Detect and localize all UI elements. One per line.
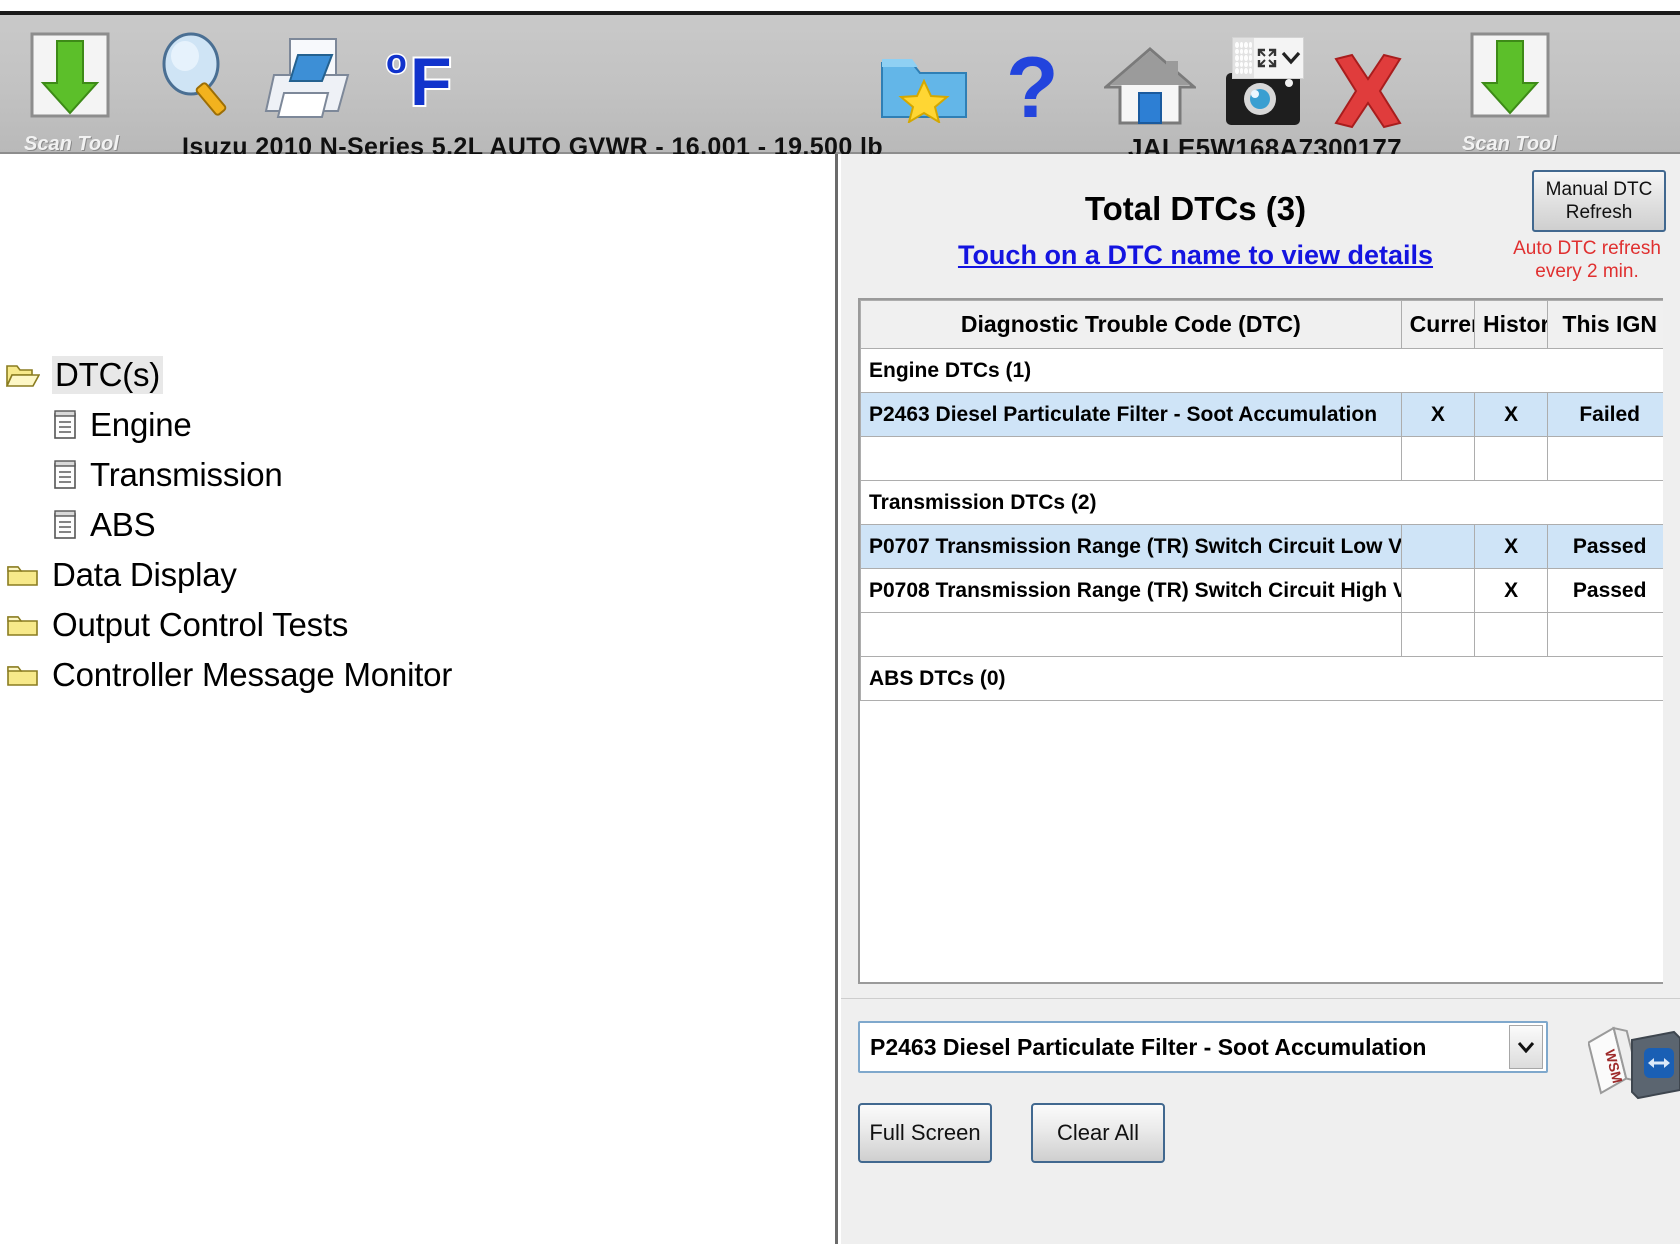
sidebar-item-controller-message-monitor[interactable]: Controller Message Monitor	[0, 650, 835, 700]
close-x-icon[interactable]	[1326, 53, 1410, 129]
dtc-select-value: P2463 Diesel Particulate Filter - Soot A…	[870, 1033, 1427, 1060]
table-spacer-cell	[1473, 436, 1549, 481]
dtc-history-flag: X	[1473, 524, 1549, 569]
svg-text:o: o	[386, 43, 407, 81]
manual-dtc-refresh-button[interactable]: Manual DTC Refresh	[1532, 170, 1666, 232]
table-row[interactable]: P0707 Transmission Range (TR) Switch Cir…	[860, 524, 1663, 569]
document-list-icon	[52, 410, 78, 440]
scan-tool-right-caption: Scan Tool	[1462, 133, 1557, 155]
dtc-group-title: ABS DTCs (0)	[860, 656, 1663, 701]
dtc-group-header-row: Engine DTCs (1)	[860, 348, 1663, 393]
dtc-results-panel: Total DTCs (3) Touch on a DTC name to vi…	[841, 154, 1680, 1244]
dtc-group-header-row: Transmission DTCs (2)	[860, 480, 1663, 525]
top-toolbar: Scan Tool o F Isuzu 2010 N-Series 5.2L A…	[0, 11, 1680, 163]
column-header-current: Curren	[1400, 300, 1476, 349]
home-icon[interactable]	[1104, 45, 1196, 127]
printer-icon[interactable]	[264, 33, 358, 121]
column-header-this-ign: This IGN	[1547, 300, 1663, 349]
svg-text:F: F	[410, 44, 452, 117]
full-screen-button[interactable]: Full Screen	[858, 1103, 992, 1163]
document-list-icon	[52, 460, 78, 490]
sidebar-item-dtcs[interactable]: DTC(s)	[0, 350, 835, 400]
sidebar-item-abs[interactable]: ABS	[0, 500, 835, 550]
auto-refresh-note: Auto DTC refresh every 2 min.	[1513, 238, 1661, 282]
table-spacer-row	[860, 436, 1663, 481]
column-header-history: History	[1473, 300, 1549, 349]
sidebar-item-label: Output Control Tests	[52, 606, 349, 643]
column-header-dtc: Diagnostic Trouble Code (DTC)	[860, 300, 1402, 349]
sidebar-item-output-control-tests[interactable]: Output Control Tests	[0, 600, 835, 650]
table-row[interactable]: P0708 Transmission Range (TR) Switch Cir…	[860, 568, 1663, 613]
dtc-current-flag	[1400, 568, 1476, 613]
dtc-this-ign-status: Failed	[1547, 392, 1663, 437]
workshop-manual-and-device-icon[interactable]: WSM	[1587, 1016, 1680, 1102]
dtc-code-name[interactable]: P0708 Transmission Range (TR) Switch Cir…	[860, 568, 1402, 613]
table-spacer-cell	[1547, 436, 1663, 481]
document-list-icon	[52, 510, 78, 540]
table-spacer-row	[860, 612, 1663, 657]
scan-tool-download-icon[interactable]	[22, 27, 118, 123]
dtc-this-ign-status: Passed	[1547, 524, 1663, 569]
dtc-current-flag: X	[1400, 392, 1476, 437]
closed-folder-icon	[6, 561, 40, 589]
scan-tool-download-icon-right[interactable]	[1462, 27, 1558, 123]
sidebar-item-engine[interactable]: Engine	[0, 400, 835, 450]
dtc-table: Diagnostic Trouble Code (DTC) Curren His…	[860, 300, 1663, 701]
closed-folder-icon	[6, 661, 40, 689]
help-question-icon[interactable]: ?	[1000, 43, 1066, 127]
sidebar-item-label: ABS	[90, 506, 156, 543]
dtc-bottom-controls: P2463 Diesel Particulate Filter - Soot A…	[841, 998, 1680, 1244]
dtc-group-header-row: ABS DTCs (0)	[860, 656, 1663, 701]
navigation-tree-panel: DTC(s) Engine Transmission ABS Data Disp…	[0, 154, 838, 1244]
svg-text:?: ?	[1006, 43, 1059, 127]
table-spacer-cell	[1547, 612, 1663, 657]
open-folder-icon	[6, 361, 40, 389]
table-spacer-cell	[1400, 612, 1476, 657]
dtc-table-container: Diagnostic Trouble Code (DTC) Curren His…	[858, 298, 1663, 984]
table-row[interactable]: P2463 Diesel Particulate Filter - Soot A…	[860, 392, 1663, 437]
sidebar-item-label: Engine	[90, 406, 192, 443]
fahrenheit-units-icon[interactable]: o F	[384, 37, 470, 118]
dtc-table-body: Engine DTCs (1) P2463 Diesel Particulate …	[860, 348, 1663, 701]
dtc-group-title: Transmission DTCs (2)	[860, 480, 1663, 525]
sidebar-item-data-display[interactable]: Data Display	[0, 550, 835, 600]
dtc-select-dropdown[interactable]: P2463 Diesel Particulate Filter - Soot A…	[858, 1021, 1548, 1073]
expand-arrows-icon[interactable]	[1254, 48, 1279, 68]
floating-toolbar-overlay[interactable]	[1232, 37, 1304, 79]
sidebar-item-transmission[interactable]: Transmission	[0, 450, 835, 500]
table-spacer-cell	[1400, 436, 1476, 481]
menu-tree: DTC(s) Engine Transmission ABS Data Disp…	[0, 350, 835, 700]
drag-grip-icon[interactable]	[1233, 38, 1255, 78]
dtc-this-ign-status: Passed	[1547, 568, 1663, 613]
bottom-filler	[841, 1226, 1680, 1244]
sidebar-item-label: Controller Message Monitor	[52, 656, 453, 693]
sidebar-item-label: Transmission	[90, 456, 283, 493]
table-spacer-cell	[860, 612, 1402, 657]
dtc-current-flag	[1400, 524, 1476, 569]
sidebar-item-label: Data Display	[52, 556, 237, 593]
dtc-code-name[interactable]: P2463 Diesel Particulate Filter - Soot A…	[860, 392, 1402, 437]
search-magnifier-icon[interactable]	[152, 29, 244, 121]
chevron-down-icon[interactable]	[1509, 1025, 1543, 1069]
table-spacer-cell	[860, 436, 1402, 481]
scan-tool-left-caption: Scan Tool	[24, 133, 119, 155]
dtc-code-name[interactable]: P0707 Transmission Range (TR) Switch Cir…	[860, 524, 1402, 569]
table-header-row: Diagnostic Trouble Code (DTC) Curren His…	[860, 300, 1663, 349]
sidebar-item-label: DTC(s)	[52, 356, 164, 394]
clear-all-button[interactable]: Clear All	[1031, 1103, 1165, 1163]
dtc-group-title: Engine DTCs (1)	[860, 348, 1663, 393]
favorites-folder-icon[interactable]	[878, 49, 970, 123]
dtc-panel-header: Total DTCs (3) Touch on a DTC name to vi…	[841, 154, 1680, 289]
table-spacer-cell	[1473, 612, 1549, 657]
chevron-down-icon[interactable]	[1280, 51, 1303, 65]
dtc-history-flag: X	[1473, 568, 1549, 613]
closed-folder-icon	[6, 611, 40, 639]
dtc-history-flag: X	[1473, 392, 1549, 437]
